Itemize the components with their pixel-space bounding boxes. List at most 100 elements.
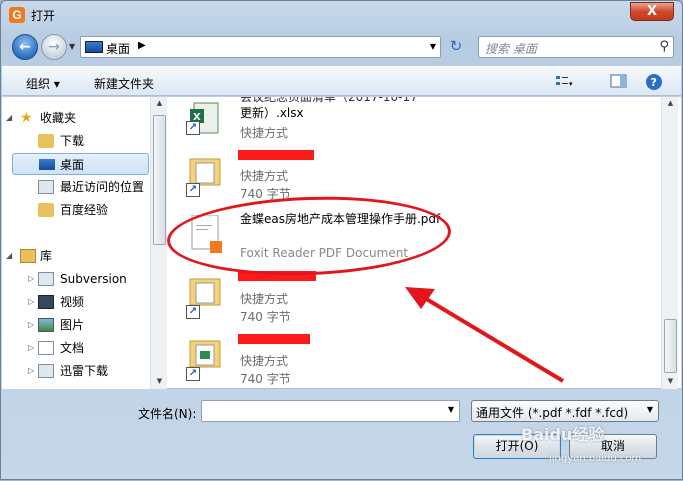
nav-label: 文档: [60, 341, 85, 355]
nav-item-video[interactable]: ▷ 视频: [28, 291, 143, 313]
address-dropdown-icon[interactable]: ▼: [430, 42, 436, 51]
filename-dropdown-icon[interactable]: ▼: [448, 405, 454, 414]
download-folder-icon: [38, 134, 54, 148]
svg-text:▾: ▾: [569, 80, 573, 88]
foxit-app-icon: G: [9, 7, 25, 23]
nav-label: 最近访问的位置: [60, 180, 145, 194]
nav-label: 百度经验: [60, 203, 109, 217]
expand-icon[interactable]: ▷: [28, 268, 34, 290]
redacted-file-name: [238, 334, 310, 344]
scroll-down-icon[interactable]: ▼: [662, 377, 679, 385]
nav-label: 桌面: [60, 158, 85, 172]
recent-places-icon: [38, 180, 54, 194]
folder-shortcut-icon: [188, 335, 224, 371]
address-bar[interactable]: 桌面 ▶ ▼: [80, 36, 441, 58]
nav-label: 迅雷下载: [60, 364, 109, 378]
nav-item-thunder[interactable]: ▷ 迅雷下载: [28, 360, 143, 382]
file-type: 快捷方式: [240, 292, 289, 306]
baidu-watermark: Baidu经验: [521, 425, 605, 444]
folder-shortcut-icon: [188, 273, 224, 309]
command-toolbar: 组织 ▾ 新建文件夹 ▾ ?: [2, 66, 681, 96]
file-size: 740 字节: [240, 372, 291, 386]
filename-input[interactable]: ▼: [201, 400, 460, 422]
file-type-select[interactable]: 通用文件 (*.pdf *.fdf *.fcd) ▼: [471, 400, 659, 422]
nav-libraries[interactable]: ◢ 库: [6, 245, 143, 267]
chevron-down-icon[interactable]: ▼: [647, 405, 653, 414]
pictures-library-icon: [38, 318, 54, 332]
nav-label: 下载: [60, 134, 85, 148]
address-location[interactable]: 桌面: [106, 40, 130, 57]
search-placeholder: 搜索 桌面: [485, 42, 537, 56]
back-button[interactable]: ←: [12, 34, 38, 60]
preview-pane-icon[interactable]: [610, 73, 628, 89]
svg-text:?: ?: [651, 76, 657, 89]
view-options-icon[interactable]: ▾: [555, 73, 573, 89]
scroll-up-icon[interactable]: ▲: [662, 99, 679, 107]
filename-label: 文件名(N):: [138, 407, 197, 421]
organize-button[interactable]: 组织 ▾: [26, 75, 60, 92]
help-icon[interactable]: ?: [645, 73, 663, 90]
scroll-up-icon[interactable]: ▲: [151, 99, 168, 107]
search-input[interactable]: 搜索 桌面 ⚲: [478, 36, 674, 58]
nav-label: 图片: [60, 318, 85, 332]
nav-favorites[interactable]: ◢ ★ 收藏夹: [6, 107, 143, 129]
file-type: 快捷方式: [240, 169, 289, 183]
shortcut-arrow-icon: ↗: [186, 367, 200, 381]
thunder-download-icon: [38, 364, 54, 378]
file-name-top: 会议纪念页面清单（2017-10-17: [240, 97, 418, 104]
title-bar: G 打开 X: [1, 1, 682, 29]
shortcut-arrow-icon: ↗: [186, 183, 200, 197]
file-type: 快捷方式: [240, 354, 289, 368]
desktop-icon: [39, 159, 55, 170]
desktop-icon: [85, 41, 103, 53]
library-folder-icon: [20, 249, 36, 263]
file-name: 更新）.xlsx: [240, 106, 304, 120]
library-icon: [38, 272, 54, 286]
scroll-down-icon[interactable]: ▼: [151, 377, 168, 385]
file-type-value[interactable]: 通用文件 (*.pdf *.fdf *.fcd): [476, 404, 628, 421]
expand-icon[interactable]: ▷: [28, 337, 34, 359]
scrollbar-thumb[interactable]: [664, 319, 677, 373]
nav-item-subversion[interactable]: ▷ Subversion: [28, 268, 143, 290]
collapse-icon[interactable]: ◢: [6, 245, 12, 267]
navigation-pane: ◢ ★ 收藏夹 下载 桌面 最近访问的位置 百度经验 ◢ 库 ▷ Subvers…: [2, 97, 150, 389]
new-folder-button[interactable]: 新建文件夹: [94, 75, 154, 92]
nav-item-recent[interactable]: 最近访问的位置: [38, 176, 150, 198]
nav-item-pictures[interactable]: ▷ 图片: [28, 314, 143, 336]
nav-item-documents[interactable]: ▷ 文档: [28, 337, 143, 359]
refresh-button[interactable]: ↻: [445, 36, 467, 58]
nav-item-downloads[interactable]: 下载: [38, 130, 143, 152]
open-file-dialog: G 打开 X ← → ▼ 桌面 ▶ ▼ ↻ 搜索 桌面 ⚲ 组织 ▾ 新建文件夹…: [0, 0, 683, 480]
file-size: 740 字节: [240, 310, 291, 324]
redacted-file-name: [238, 150, 314, 160]
forward-button[interactable]: →: [41, 34, 67, 60]
address-row: ← → ▼ 桌面 ▶ ▼ ↻ 搜索 桌面 ⚲: [1, 31, 682, 63]
nav-label: Subversion: [60, 272, 127, 286]
search-icon[interactable]: ⚲: [659, 39, 669, 54]
shortcut-arrow-icon: ↗: [186, 121, 200, 135]
file-type: 快捷方式: [240, 126, 289, 140]
expand-icon[interactable]: ▷: [28, 291, 34, 313]
expand-icon[interactable]: ▷: [28, 314, 34, 336]
nav-label: 库: [40, 249, 53, 263]
folder-icon: [38, 203, 54, 217]
file-list-scrollbar[interactable]: ▲ ▼: [661, 97, 678, 389]
shortcut-arrow-icon: ↗: [186, 305, 200, 319]
baidu-watermark-url: jingyan.baidu.com: [549, 453, 642, 464]
nav-label: 视频: [60, 295, 85, 309]
nav-scrollbar[interactable]: ▲ ▼: [150, 97, 167, 389]
nav-item-baidu[interactable]: 百度经验: [38, 199, 143, 221]
star-icon: ★: [20, 110, 33, 126]
annotation-arrow: [405, 287, 565, 383]
window-title: 打开: [31, 9, 56, 23]
video-library-icon: [38, 295, 54, 309]
scrollbar-thumb[interactable]: [153, 115, 166, 245]
nav-label: 收藏夹: [40, 111, 77, 125]
recent-pages-dropdown[interactable]: ▼: [69, 42, 75, 51]
collapse-icon[interactable]: ◢: [6, 107, 12, 129]
nav-item-desktop[interactable]: 桌面: [12, 153, 149, 175]
expand-icon[interactable]: ▷: [28, 360, 34, 382]
documents-library-icon: [38, 341, 54, 355]
close-button[interactable]: X: [630, 2, 674, 21]
address-chevron-icon[interactable]: ▶: [138, 40, 146, 51]
